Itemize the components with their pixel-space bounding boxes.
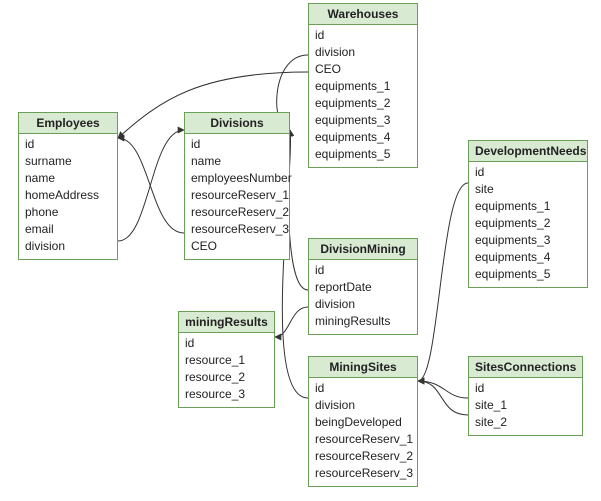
field: id — [475, 380, 576, 397]
entity-employees-title: Employees — [19, 113, 117, 134]
field: id — [25, 136, 111, 153]
field: resourceReserv_1 — [191, 187, 283, 204]
entity-mining-sites[interactable]: MiningSites id division beingDeveloped r… — [308, 356, 418, 487]
field: equipments_5 — [315, 146, 411, 163]
field: division — [315, 397, 411, 414]
field: equipments_2 — [475, 215, 581, 232]
entity-warehouses-title: Warehouses — [309, 4, 417, 25]
entity-development-needs-body: id site equipments_1 equipments_2 equipm… — [469, 162, 587, 287]
field: miningResults — [315, 313, 411, 330]
field: resourceReserv_3 — [315, 465, 411, 482]
entity-mining-results-body: id resource_1 resource_2 resource_3 — [179, 333, 274, 407]
entity-divisions-body: id name employeesNumber resourceReserv_1… — [185, 134, 289, 259]
entity-sites-connections-body: id site_1 site_2 — [469, 378, 582, 435]
entity-mining-results-title: miningResults — [179, 312, 274, 333]
field: division — [315, 296, 411, 313]
entity-mining-sites-title: MiningSites — [309, 357, 417, 378]
field: equipments_2 — [315, 95, 411, 112]
field: id — [191, 136, 283, 153]
field: phone — [25, 204, 111, 221]
entity-employees-body: id surname name homeAddress phone email … — [19, 134, 117, 259]
field: beingDeveloped — [315, 414, 411, 431]
entity-division-mining-body: id reportDate division miningResults — [309, 260, 417, 334]
field: email — [25, 221, 111, 238]
entity-division-mining-title: DivisionMining — [309, 239, 417, 260]
entity-sites-connections[interactable]: SitesConnections id site_1 site_2 — [468, 356, 583, 436]
entity-warehouses[interactable]: Warehouses id division CEO equipments_1 … — [308, 3, 418, 168]
field: equipments_5 — [475, 266, 581, 283]
entity-development-needs-title: DevelopmentNeeds — [469, 141, 587, 162]
field: name — [25, 170, 111, 187]
field: id — [315, 27, 411, 44]
entity-warehouses-body: id division CEO equipments_1 equipments_… — [309, 25, 417, 167]
field: equipments_1 — [315, 78, 411, 95]
field: division — [315, 44, 411, 61]
field: site_2 — [475, 414, 576, 431]
entity-divisions-title: Divisions — [185, 113, 289, 134]
field: site_1 — [475, 397, 576, 414]
field: equipments_4 — [315, 129, 411, 146]
field: employeesNumber — [191, 170, 283, 187]
entity-divisions[interactable]: Divisions id name employeesNumber resour… — [184, 112, 290, 260]
field: reportDate — [315, 279, 411, 296]
field: resourceReserv_2 — [191, 204, 283, 221]
field: equipments_3 — [315, 112, 411, 129]
field: site — [475, 181, 581, 198]
entity-mining-results[interactable]: miningResults id resource_1 resource_2 r… — [178, 311, 275, 408]
field: equipments_1 — [475, 198, 581, 215]
field: CEO — [315, 61, 411, 78]
field: id — [315, 380, 411, 397]
entity-sites-connections-title: SitesConnections — [469, 357, 582, 378]
field: equipments_4 — [475, 249, 581, 266]
field: resourceReserv_1 — [315, 431, 411, 448]
entity-development-needs[interactable]: DevelopmentNeeds id site equipments_1 eq… — [468, 140, 588, 288]
entity-employees[interactable]: Employees id surname name homeAddress ph… — [18, 112, 118, 260]
field: CEO — [191, 238, 283, 255]
field: equipments_3 — [475, 232, 581, 249]
field: resource_1 — [185, 352, 268, 369]
field: resource_3 — [185, 386, 268, 403]
field: name — [191, 153, 283, 170]
field: resource_2 — [185, 369, 268, 386]
field: resourceReserv_3 — [191, 221, 283, 238]
field: id — [475, 164, 581, 181]
field: resourceReserv_2 — [315, 448, 411, 465]
field: division — [25, 238, 111, 255]
field: surname — [25, 153, 111, 170]
entity-mining-sites-body: id division beingDeveloped resourceReser… — [309, 378, 417, 486]
field: homeAddress — [25, 187, 111, 204]
field: id — [315, 262, 411, 279]
field: id — [185, 335, 268, 352]
entity-division-mining[interactable]: DivisionMining id reportDate division mi… — [308, 238, 418, 335]
